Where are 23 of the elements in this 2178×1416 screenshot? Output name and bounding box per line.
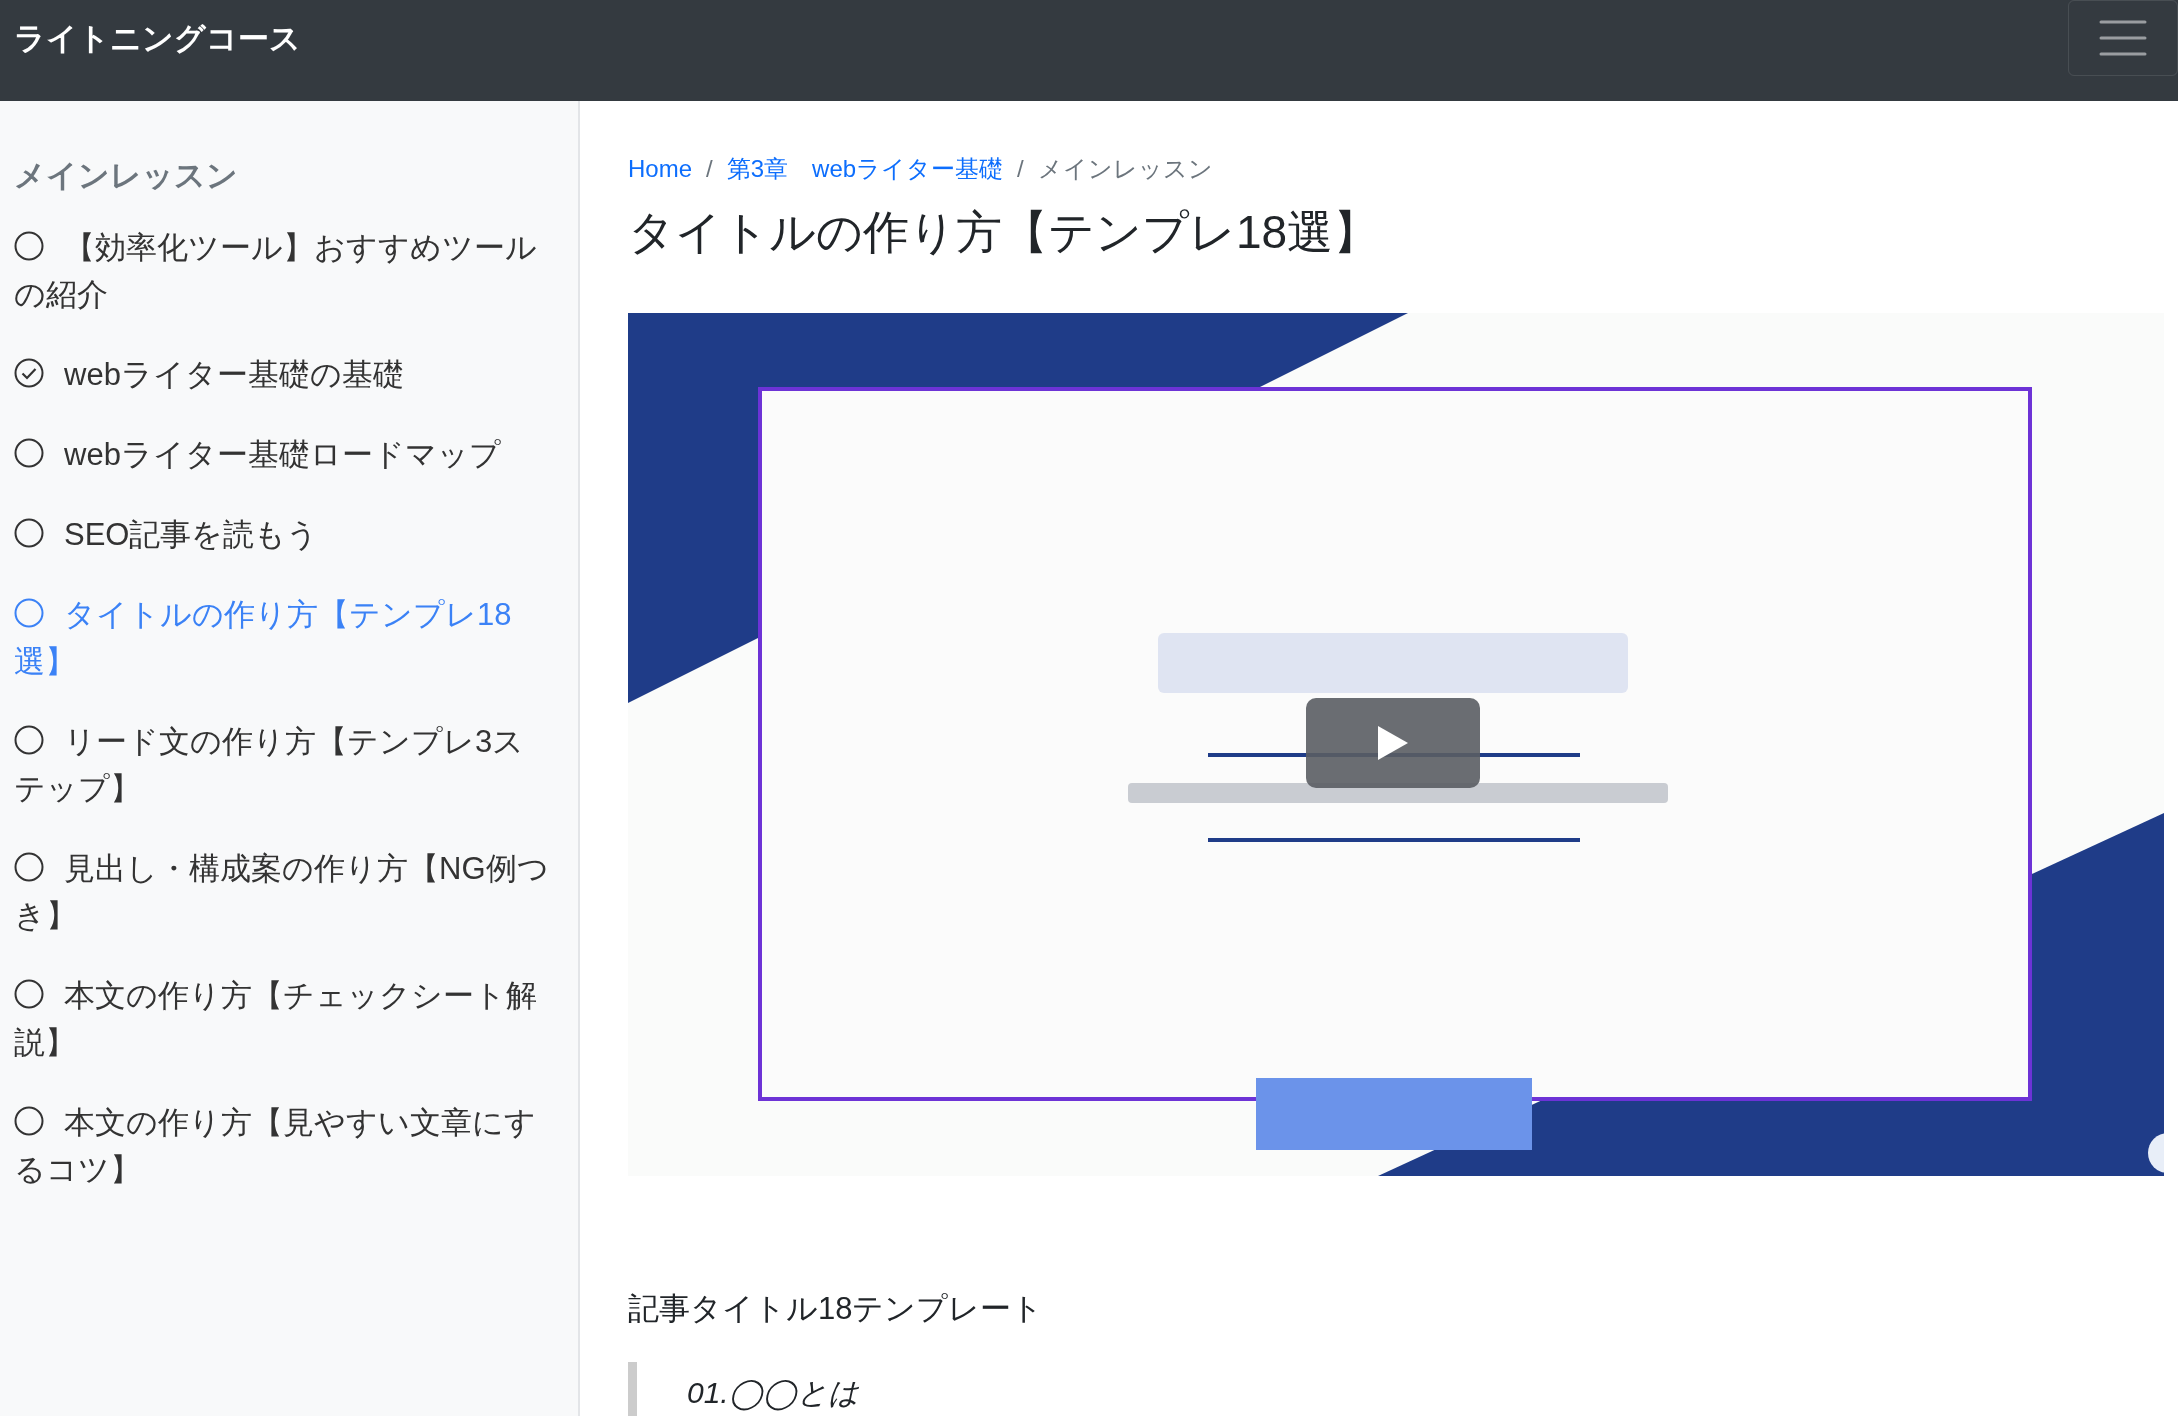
breadcrumb-current: メインレッスン <box>1037 154 1213 184</box>
lesson-link[interactable]: 【効率化ツール】おすすめツールの紹介 <box>14 223 554 318</box>
lesson-link[interactable]: webライター基礎の基礎 <box>14 350 554 398</box>
lesson-link[interactable]: 本文の作り方【チェックシート解説】 <box>14 971 554 1066</box>
lesson-link[interactable]: リード文の作り方【テンプレ3ステップ】 <box>14 717 554 812</box>
brand-title[interactable]: ライトニングコース <box>0 0 301 63</box>
lesson-link[interactable]: webライター基礎ロードマップ <box>14 430 554 478</box>
play-icon <box>1376 723 1410 762</box>
breadcrumb-separator: / <box>706 154 713 184</box>
sidebar-heading: メインレッスン <box>14 157 239 195</box>
breadcrumb-separator: / <box>1017 154 1024 184</box>
page-title: タイトルの作り方【テンプレ18選】 <box>628 205 1381 260</box>
menu-icon <box>2099 19 2147 57</box>
section-heading: 記事タイトル18テンプレート <box>628 1289 1045 1328</box>
quote-bar <box>628 1362 637 1416</box>
play-button[interactable] <box>1306 697 1480 788</box>
breadcrumb-link[interactable]: 第3章 webライター基礎 <box>726 151 1004 187</box>
lesson-link[interactable]: 本文の作り方【見やすい文章にするコツ】 <box>14 1098 554 1193</box>
lesson-link[interactable]: 見出し・構成案の作り方【NG例つき】 <box>14 844 554 939</box>
quote-text: 01.◯◯とは <box>687 1374 859 1413</box>
breadcrumb-link[interactable]: Home <box>628 151 693 187</box>
lesson-link[interactable]: SEO記事を読もう <box>14 510 554 558</box>
menu-button[interactable] <box>2068 0 2178 76</box>
